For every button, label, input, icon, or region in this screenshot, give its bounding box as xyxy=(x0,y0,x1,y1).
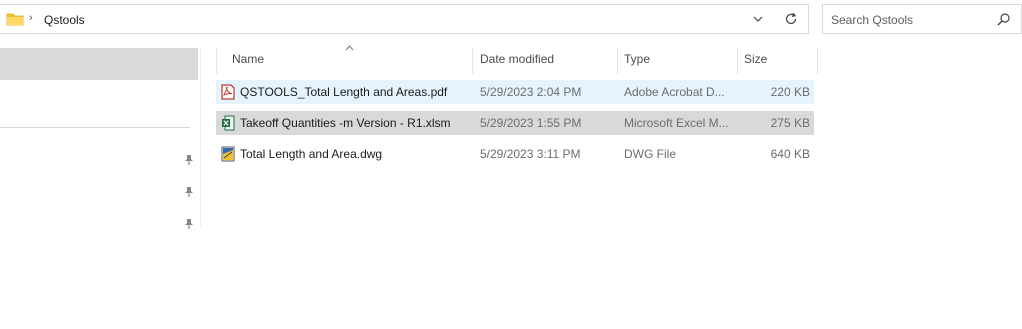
file-name: Takeoff Quantities -m Version - R1.xlsm xyxy=(240,116,451,130)
pdf-file-icon xyxy=(221,84,235,100)
breadcrumb-qstools[interactable]: Qstools xyxy=(44,13,85,27)
pane-splitter[interactable] xyxy=(200,48,201,228)
folder-icon xyxy=(6,13,24,26)
search-input[interactable] xyxy=(823,5,1003,35)
file-name: Total Length and Area.dwg xyxy=(240,147,383,161)
refresh-icon[interactable] xyxy=(784,12,798,26)
excel-file-icon xyxy=(222,115,235,131)
column-header-size[interactable]: Size xyxy=(744,52,767,72)
file-date-modified: 5/29/2023 3:11 PM xyxy=(480,147,581,161)
column-header-name[interactable]: Name xyxy=(232,52,264,72)
column-separator[interactable] xyxy=(472,48,473,74)
file-row[interactable]: Takeoff Quantities -m Version - R1.xlsm … xyxy=(216,111,814,135)
file-type: Adobe Acrobat D... xyxy=(624,85,725,99)
pin-icon[interactable] xyxy=(184,218,194,230)
file-row[interactable]: QSTOOLS_Total Length and Areas.pdf 5/29/… xyxy=(216,80,814,104)
file-name: QSTOOLS_Total Length and Areas.pdf xyxy=(240,85,448,99)
column-header-type[interactable]: Type xyxy=(624,52,650,72)
file-type: DWG File xyxy=(624,147,676,161)
search-icon[interactable] xyxy=(997,13,1010,26)
file-size: 220 KB xyxy=(770,85,810,99)
sort-ascending-icon xyxy=(345,45,354,51)
nav-pane-selected-item[interactable] xyxy=(0,48,198,80)
file-size: 275 KB xyxy=(770,116,810,130)
search-box[interactable] xyxy=(822,4,1022,35)
file-size: 640 KB xyxy=(770,147,810,161)
chevron-down-icon[interactable] xyxy=(752,13,764,25)
column-separator[interactable] xyxy=(737,48,738,74)
file-date-modified: 5/29/2023 1:55 PM xyxy=(480,116,582,130)
nav-pane-divider xyxy=(0,127,190,128)
file-type: Microsoft Excel M... xyxy=(624,116,729,130)
breadcrumb-chevron-icon: › xyxy=(29,12,33,24)
pin-icon[interactable] xyxy=(184,186,194,198)
file-date-modified: 5/29/2023 2:04 PM xyxy=(480,85,582,99)
dwg-file-icon xyxy=(221,146,235,162)
column-header-date-modified[interactable]: Date modified xyxy=(480,52,554,72)
file-row[interactable]: Total Length and Area.dwg 5/29/2023 3:11… xyxy=(216,142,814,166)
pin-icon[interactable] xyxy=(184,154,194,166)
column-separator[interactable] xyxy=(817,48,818,74)
address-bar[interactable]: › Qstools xyxy=(0,4,809,34)
column-separator[interactable] xyxy=(617,48,618,74)
column-separator xyxy=(216,48,217,74)
